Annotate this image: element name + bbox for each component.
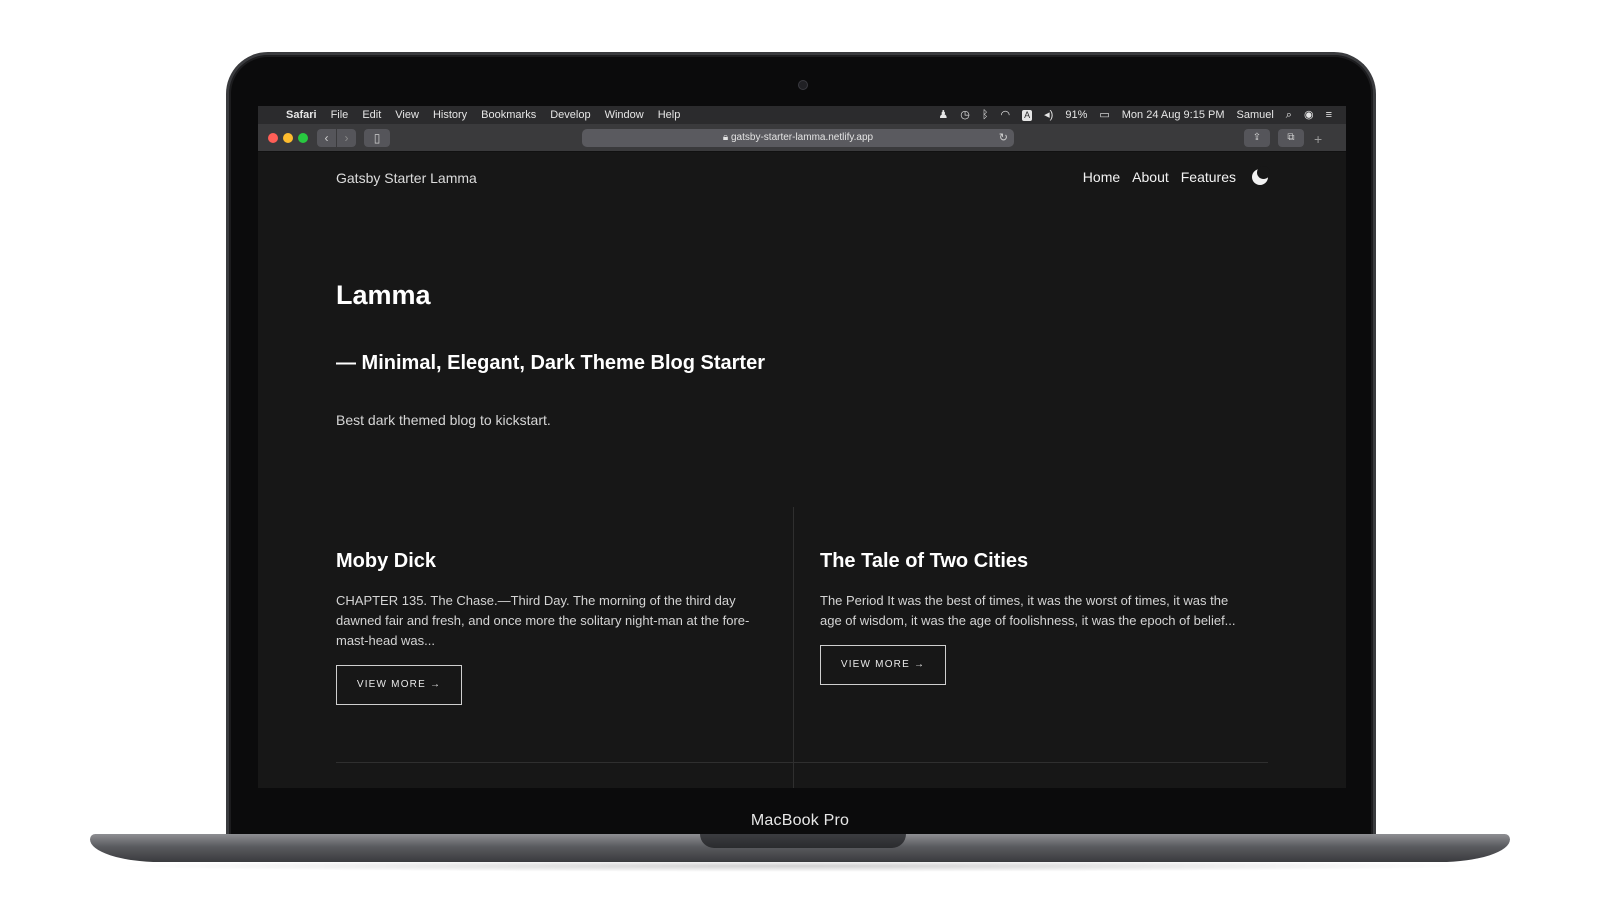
volume-icon[interactable]: ◂) xyxy=(1044,106,1053,124)
post-card: The Tale of Two Cities The Period It was… xyxy=(820,550,1260,685)
tabs-icon: ⧉ xyxy=(1287,132,1295,143)
web-page: Gatsby Starter Lamma Home About Features… xyxy=(258,152,1346,788)
siri-icon[interactable]: ◉ xyxy=(1304,106,1314,124)
view-more-button[interactable]: VIEW MORE → xyxy=(820,645,946,685)
nav-home[interactable]: Home xyxy=(1083,169,1120,185)
lock-icon: 🔒︎ xyxy=(722,132,729,143)
nav-about[interactable]: About xyxy=(1132,169,1169,185)
chevron-right-icon: › xyxy=(344,131,349,145)
sidebar-toggle-button[interactable]: ▯ xyxy=(364,129,390,147)
address-bar[interactable]: 🔒︎ gatsby-starter-lamma.netlify.app ↻ xyxy=(582,129,1014,147)
spotlight-search-icon[interactable]: ⌕ xyxy=(1286,106,1292,124)
battery-icon[interactable]: ▭ xyxy=(1099,106,1109,124)
url-text: gatsby-starter-lamma.netlify.app xyxy=(731,132,874,143)
back-button[interactable]: ‹ xyxy=(317,129,336,147)
macos-menubar: Safari File Edit View History Bookmarks … xyxy=(258,106,1346,124)
keyboard-input-icon[interactable]: A xyxy=(1022,109,1033,121)
menu-help[interactable]: Help xyxy=(658,109,681,121)
post-title[interactable]: The Tale of Two Cities xyxy=(820,550,1260,573)
post-excerpt: CHAPTER 135. The Chase.—Third Day. The m… xyxy=(336,593,750,648)
notification-center-icon[interactable]: ≡ xyxy=(1326,106,1332,124)
plus-icon: + xyxy=(1314,131,1323,147)
forward-button[interactable]: › xyxy=(337,129,356,147)
site-title[interactable]: Gatsby Starter Lamma xyxy=(336,170,477,186)
row-divider xyxy=(336,762,1268,763)
laptop-notch xyxy=(700,834,906,848)
sidebar-icon: ▯ xyxy=(373,131,381,145)
device-mockup: Safari File Edit View History Bookmarks … xyxy=(0,0,1600,920)
laptop-screen: Safari File Edit View History Bookmarks … xyxy=(258,106,1346,788)
window-minimize-button[interactable] xyxy=(283,133,293,143)
hero-subtitle: — Minimal, Elegant, Dark Theme Blog Star… xyxy=(336,352,765,374)
post-card: Moby Dick CHAPTER 135. The Chase.—Third … xyxy=(336,550,776,705)
wifi-icon[interactable]: ◠ xyxy=(1001,106,1011,124)
site-nav: Home About Features xyxy=(1083,166,1270,185)
chevron-left-icon: ‹ xyxy=(324,131,329,145)
menu-file[interactable]: File xyxy=(331,109,349,121)
new-tab-button[interactable]: + xyxy=(1314,131,1322,147)
menu-history[interactable]: History xyxy=(433,109,467,121)
share-icon: ⇪ xyxy=(1252,132,1262,143)
menubar-datetime[interactable]: Mon 24 Aug 9:15 PM xyxy=(1122,109,1225,121)
hero-title: Lamma xyxy=(336,280,431,310)
camera-icon xyxy=(798,80,808,90)
post-excerpt: The Period It was the best of times, it … xyxy=(820,593,1236,628)
menu-bookmarks[interactable]: Bookmarks xyxy=(481,109,536,121)
device-label: MacBook Pro xyxy=(750,812,850,829)
nav-features[interactable]: Features xyxy=(1181,169,1236,185)
window-close-button[interactable] xyxy=(268,133,278,143)
menu-app-safari[interactable]: Safari xyxy=(286,109,317,121)
moon-icon[interactable] xyxy=(1252,166,1270,185)
bluetooth-icon[interactable]: ᛒ xyxy=(982,106,989,124)
laptop-shadow xyxy=(110,860,1490,872)
notification-icon[interactable]: ♟ xyxy=(938,106,948,124)
menu-edit[interactable]: Edit xyxy=(362,109,381,121)
view-more-button[interactable]: VIEW MORE → xyxy=(336,665,462,705)
menu-view[interactable]: View xyxy=(395,109,419,121)
share-button[interactable]: ⇪ xyxy=(1244,129,1270,147)
reload-icon[interactable]: ↻ xyxy=(999,129,1008,147)
battery-percent[interactable]: 91% xyxy=(1065,109,1087,121)
hero-description: Best dark themed blog to kickstart. xyxy=(336,412,551,428)
menubar-user[interactable]: Samuel xyxy=(1237,109,1274,121)
show-tabs-button[interactable]: ⧉ xyxy=(1278,129,1304,147)
column-divider xyxy=(793,507,794,788)
time-machine-icon[interactable]: ◷ xyxy=(960,106,970,124)
browser-toolbar: ‹ › ▯ 🔒︎ gatsby-starter-lamma.netlify.ap… xyxy=(258,124,1346,152)
menu-develop[interactable]: Develop xyxy=(550,109,590,121)
window-zoom-button[interactable] xyxy=(298,133,308,143)
post-title[interactable]: Moby Dick xyxy=(336,550,776,573)
menu-window[interactable]: Window xyxy=(605,109,644,121)
